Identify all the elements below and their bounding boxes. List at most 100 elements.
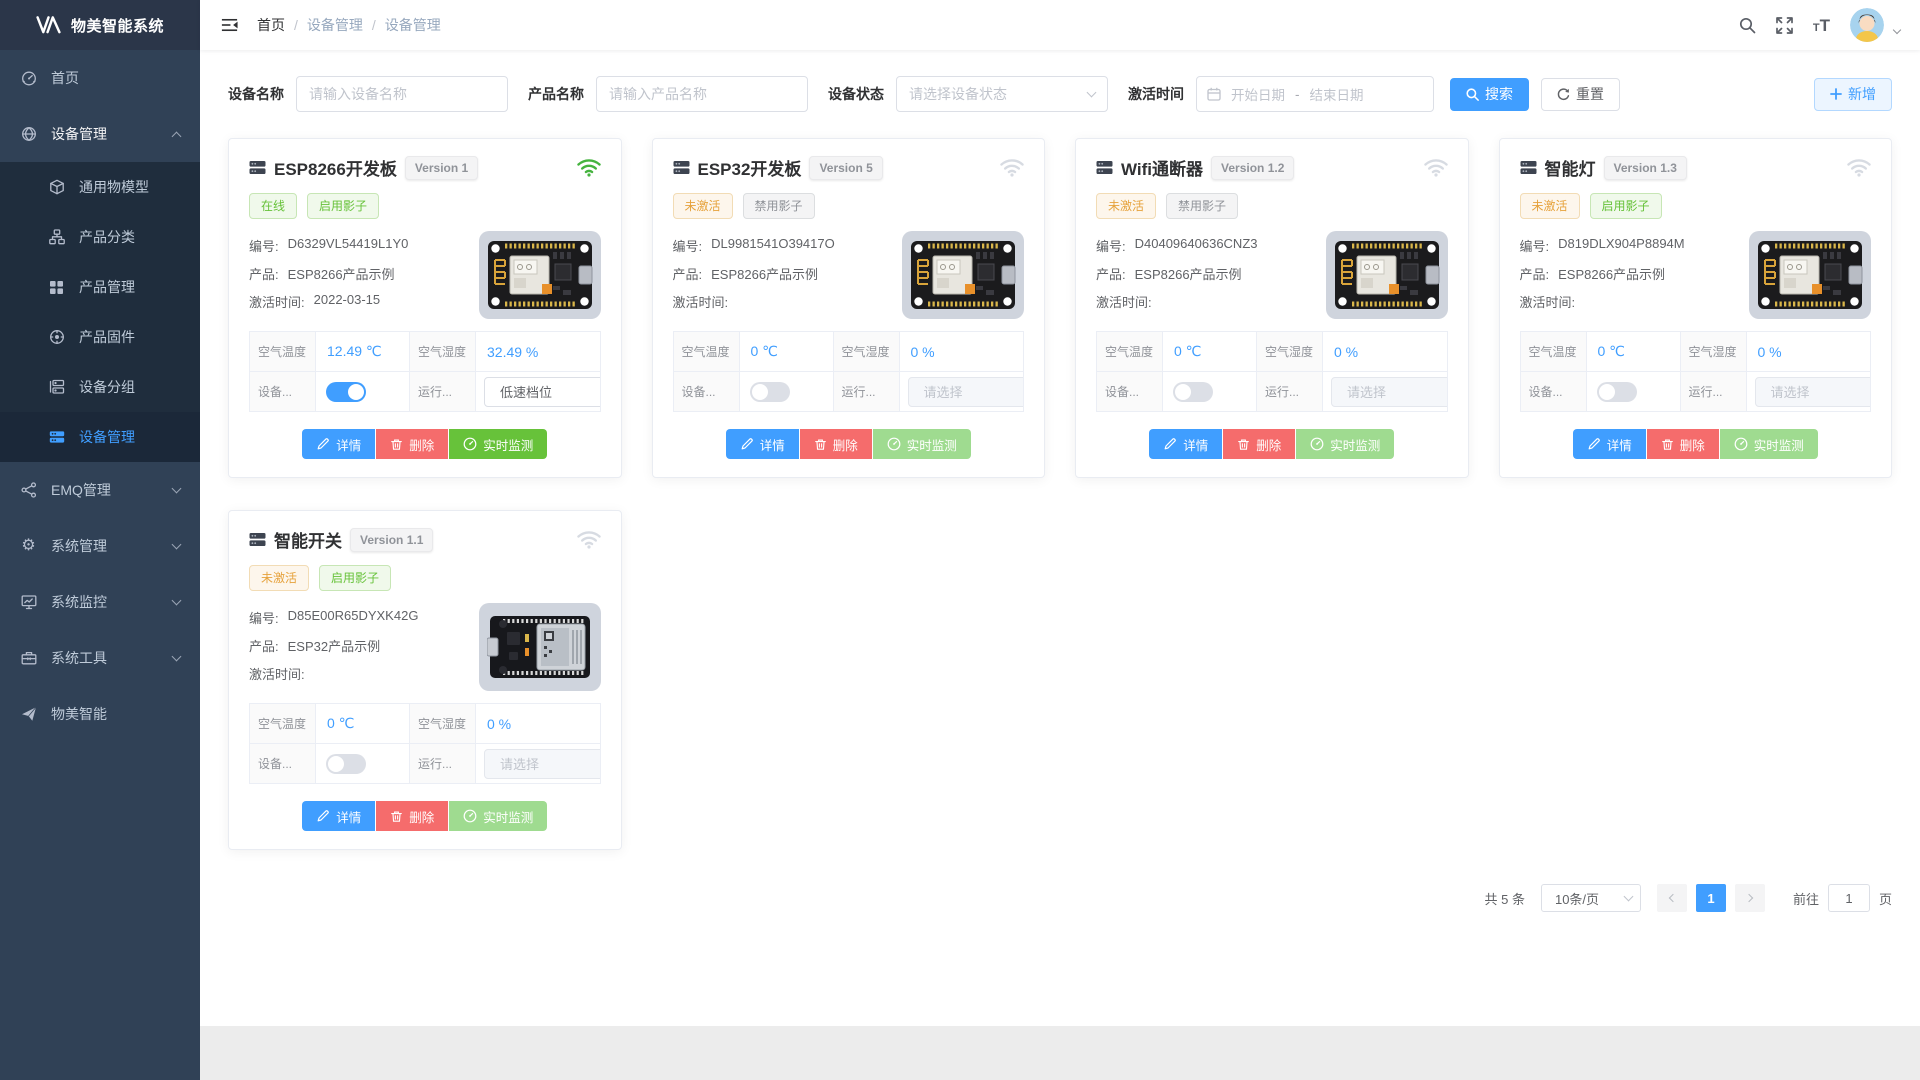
sidebar-subitem[interactable]: 产品固件	[0, 312, 200, 362]
status-tag: 未激活	[1520, 193, 1580, 219]
version-badge: Version 1.3	[1604, 156, 1687, 180]
sidebar-item[interactable]: 首页	[0, 50, 200, 106]
search-icon[interactable]	[1739, 17, 1756, 34]
sidebar-item-label: 设备管理	[51, 124, 173, 144]
realtime-monitor-button[interactable]: 实时监测	[873, 429, 971, 459]
field-value: DL9981541O39417O	[711, 236, 835, 255]
sidebar-item[interactable]: ⚙系统管理	[0, 518, 200, 574]
delete-button[interactable]: 删除	[376, 429, 448, 459]
field-label: 激活时间:	[249, 664, 305, 683]
switch-label: 设备...	[673, 372, 739, 412]
status-tag: 未激活	[249, 565, 309, 591]
sidebar: 物美智能系统 首页设备管理通用物模型产品分类产品管理产品固件设备分组设备管理EM…	[0, 0, 200, 1080]
delete-button[interactable]: 删除	[800, 429, 872, 459]
run-mode-value: 请选择	[500, 754, 539, 773]
field-value: D40409640636CNZ3	[1135, 236, 1258, 255]
switch-label: 设备...	[1520, 372, 1586, 412]
goto-page-input[interactable]	[1828, 884, 1870, 912]
product-name-input[interactable]	[596, 76, 808, 112]
device-status-select[interactable]: 请选择设备状态	[896, 76, 1108, 112]
app-logo[interactable]: 物美智能系统	[0, 0, 200, 50]
metrics-table: 空气温度 0 ℃ 空气湿度 0 % 设备... 运行... 请选择	[1096, 331, 1448, 412]
detail-button[interactable]: 详情	[302, 801, 375, 831]
device-status-placeholder: 请选择设备状态	[909, 84, 1007, 104]
reset-button[interactable]: 重置	[1541, 78, 1620, 111]
run-mode-select[interactable]: 请选择	[484, 749, 600, 779]
hum-value: 0 %	[899, 332, 1024, 372]
font-size-icon[interactable]: TT	[1813, 17, 1830, 34]
device-power-toggle[interactable]	[326, 382, 366, 402]
prev-page-button[interactable]	[1657, 884, 1687, 912]
realtime-monitor-button[interactable]: 实时监测	[1296, 429, 1394, 459]
sidebar-subitem[interactable]: 设备分组	[0, 362, 200, 412]
detail-button[interactable]: 详情	[1573, 429, 1646, 459]
sidebar-item[interactable]: 设备管理	[0, 106, 200, 162]
delete-label: 删除	[1256, 435, 1281, 454]
sidebar-subitem[interactable]: 设备管理	[0, 412, 200, 462]
sidebar-item[interactable]: 系统工具	[0, 630, 200, 686]
breadcrumb-item[interactable]: 设备管理	[385, 15, 441, 35]
device-image	[902, 231, 1024, 319]
sidebar-item-label: 系统工具	[51, 648, 173, 668]
detail-button[interactable]: 详情	[726, 429, 799, 459]
device-field: 激活时间:	[1096, 292, 1318, 311]
next-page-button[interactable]	[1735, 884, 1765, 912]
breadcrumb-item[interactable]: 首页	[257, 15, 285, 35]
run-mode-select[interactable]: 请选择	[1755, 377, 1871, 407]
device-power-toggle[interactable]	[750, 382, 790, 402]
device-power-toggle[interactable]	[1597, 382, 1637, 402]
sidebar-item[interactable]: 系统监控	[0, 574, 200, 630]
caret-down-icon[interactable]	[1894, 20, 1900, 38]
device-field: 编号:D40409640636CNZ3	[1096, 236, 1318, 255]
delete-button[interactable]: 删除	[1223, 429, 1295, 459]
chevron-down-icon	[172, 539, 182, 549]
breadcrumb-item[interactable]: 设备管理	[307, 15, 363, 35]
switch-label: 设备...	[1097, 372, 1163, 412]
version-badge: Version 5	[809, 156, 882, 180]
delete-label: 删除	[409, 435, 434, 454]
metrics-table: 空气温度 0 ℃ 空气湿度 0 % 设备... 运行... 请选择	[1520, 331, 1872, 412]
run-mode-select[interactable]: 请选择	[908, 377, 1024, 407]
detail-button[interactable]: 详情	[1149, 429, 1222, 459]
sidebar-subitem[interactable]: 通用物模型	[0, 162, 200, 212]
shadow-tag: 禁用影子	[743, 193, 815, 219]
card-header: 智能灯 Version 1.3	[1520, 155, 1872, 180]
sidebar-toggle-icon[interactable]	[220, 16, 239, 34]
device-field: 激活时间:	[673, 292, 895, 311]
page-size-select[interactable]: 10条/页	[1541, 884, 1641, 912]
delete-label: 删除	[1680, 435, 1705, 454]
sidebar-item[interactable]: 物美智能	[0, 686, 200, 742]
add-device-button[interactable]: 新增	[1814, 78, 1892, 111]
user-avatar[interactable]	[1850, 8, 1884, 42]
calendar-icon	[1207, 87, 1221, 101]
active-time-range-picker[interactable]: 开始日期 - 结束日期	[1196, 76, 1434, 112]
device-image	[479, 231, 601, 319]
monitor-label: 实时监测	[907, 435, 957, 454]
device-name-input[interactable]	[296, 76, 508, 112]
field-label: 产品:	[673, 264, 703, 283]
device-power-toggle[interactable]	[1173, 382, 1213, 402]
metrics-table: 空气温度 0 ℃ 空气湿度 0 % 设备... 运行... 请选择	[673, 331, 1025, 412]
device-field: 激活时间:	[249, 664, 471, 683]
device-field: 编号:D819DLX904P8894M	[1520, 236, 1742, 255]
device-power-toggle[interactable]	[326, 754, 366, 774]
run-mode-select[interactable]: 请选择	[1331, 377, 1447, 407]
delete-button[interactable]: 删除	[376, 801, 448, 831]
current-page[interactable]: 1	[1696, 884, 1726, 912]
realtime-monitor-button[interactable]: 实时监测	[449, 429, 547, 459]
run-mode-value: 请选择	[1771, 382, 1810, 401]
realtime-monitor-button[interactable]: 实时监测	[449, 801, 547, 831]
hum-value: 0 %	[1746, 332, 1871, 372]
sidebar-item[interactable]: EMQ管理	[0, 462, 200, 518]
detail-button[interactable]: 详情	[302, 429, 375, 459]
run-mode-select[interactable]: 低速档位	[484, 377, 600, 407]
realtime-monitor-button[interactable]: 实时监测	[1720, 429, 1818, 459]
delete-button[interactable]: 删除	[1647, 429, 1719, 459]
sidebar-subitem[interactable]: 产品管理	[0, 262, 200, 312]
search-button[interactable]: 搜索	[1450, 78, 1529, 111]
switch-label: 设备...	[250, 372, 316, 412]
fullscreen-icon[interactable]	[1776, 17, 1793, 34]
run-mode-label: 运行...	[833, 372, 899, 412]
sidebar-subitem-label: 产品分类	[79, 227, 180, 247]
sidebar-subitem[interactable]: 产品分类	[0, 212, 200, 262]
